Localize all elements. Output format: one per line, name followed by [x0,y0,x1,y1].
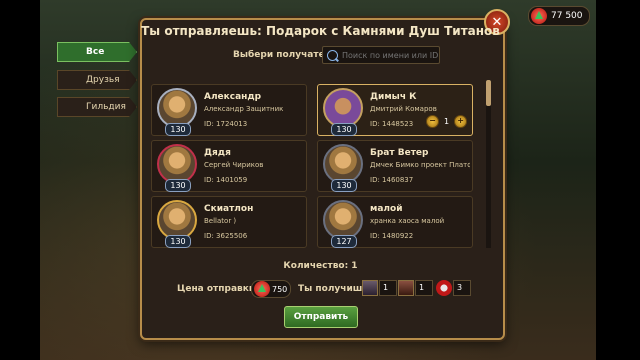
player-id: ID: 1724013 [204,120,248,128]
avatar [157,144,197,184]
increase-button[interactable]: + [454,115,468,128]
tab-all[interactable]: Все [57,42,137,62]
decrease-button[interactable]: − [426,115,439,128]
player-name: Брат Ветер [370,148,429,158]
avatar [157,88,197,128]
player-name: Александр [204,92,262,102]
player-subname: Александр Защитник [204,105,284,113]
avatar [323,144,363,184]
quantity-label: Количество: 1 [283,261,358,271]
currency-counter: 77 500 [528,6,590,26]
player-subname: Дмитрий Комаров [370,105,437,113]
list-scrollbar[interactable] [486,80,491,248]
avatar [157,200,197,240]
player-subname: хранка хаоса малой [370,217,445,225]
tab-label: Друзья [86,75,120,85]
scrollbar-thumb[interactable] [486,80,491,106]
player-name: малой [370,204,403,214]
player-subname: Дмчек Бимко проект Платформ [370,161,470,169]
search-icon [327,49,338,61]
player-subname: Сергей Чириков [204,161,264,169]
hero-soulstone-icon [362,280,378,296]
player-id: ID: 1480922 [370,232,414,240]
level-badge: 130 [165,123,191,136]
reward-item: 1 [398,279,433,297]
price-label: Цена отправки: [177,284,259,294]
currency-amount: 77 500 [551,11,583,21]
quantity-value: 1 [444,117,450,126]
search-field[interactable] [322,46,440,64]
player-name: Димыч К [370,92,417,102]
tab-label: Гильдия [86,102,126,112]
player-id: ID: 3625506 [204,232,248,240]
tab-guild[interactable]: Гильдия [57,97,137,117]
price-value: 750 [272,284,288,294]
emerald-icon [531,8,547,24]
reward-count: 3 [453,280,471,296]
hero-soulstone-icon [398,280,414,296]
send-button[interactable]: Отправить [284,306,358,328]
player-list: 130 Александр Александр Защитник ID: 172… [151,80,477,248]
player-id: ID: 1448523 [370,120,414,128]
player-id: ID: 1460837 [370,176,414,184]
send-button-label: Отправить [293,312,349,322]
reward-count: 1 [415,280,433,296]
reward-label: Ты получишь: [298,284,372,294]
avatar [323,88,363,128]
player-name: Дядя [204,148,231,158]
player-id: ID: 1401059 [204,176,248,184]
player-subname: Bellator ) [204,217,237,225]
player-card[interactable]: 130 Александр Александр Защитник ID: 172… [151,84,307,136]
tab-label: Все [86,47,105,57]
gift-hat-icon [436,280,452,296]
player-card-selected[interactable]: 130 Димыч К Дмитрий Комаров ID: 1448523 … [317,84,473,136]
reward-count: 1 [379,280,397,296]
player-card[interactable]: 130 Дядя Сергей Чириков ID: 1401059 [151,140,307,192]
dialog-title: Ты отправляешь: Подарок с Камнями Душ Ти… [141,24,500,38]
level-badge: 130 [331,179,357,192]
reward-item: 1 [362,279,397,297]
level-badge: 130 [165,235,191,248]
quantity-stepper: − 1 + [426,115,468,128]
level-badge: 127 [331,235,357,248]
player-card[interactable]: 130 Брат Ветер Дмчек Бимко проект Платфо… [317,140,473,192]
reward-item: 3 [436,279,471,297]
tab-friends[interactable]: Друзья [57,70,137,90]
avatar [323,200,363,240]
player-card[interactable]: 127 малой хранка хаоса малой ID: 1480922 [317,196,473,248]
price-value-box: 750 [251,280,291,298]
player-card[interactable]: 130 Скиатлон Bellator ) ID: 3625506 [151,196,307,248]
player-name: Скиатлон [204,204,254,214]
level-badge: 130 [331,123,357,136]
emerald-icon [254,281,270,297]
level-badge: 130 [165,179,191,192]
search-input[interactable] [342,50,438,60]
